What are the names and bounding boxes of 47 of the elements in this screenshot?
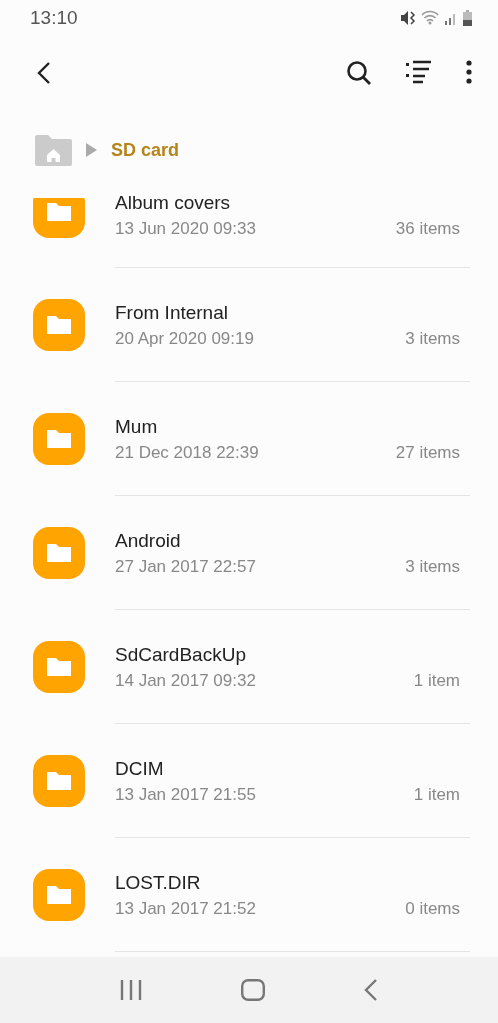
folder-row[interactable]: DCIM 13 Jan 2017 21:55 1 item: [0, 724, 470, 838]
recent-apps-icon: [119, 980, 142, 1000]
folder-date: 14 Jan 2017 09:32: [115, 670, 256, 691]
folder-date: 13 Jan 2017 21:52: [115, 898, 256, 919]
folder-name: Mum: [115, 415, 159, 438]
wifi-icon: [421, 10, 439, 25]
list-icon: [406, 59, 432, 84]
folder-name: SdCardBackUp: [115, 643, 247, 666]
item-count: 3 items: [405, 328, 460, 349]
folder-row[interactable]: Mum 21 Dec 2018 22:39 27 items: [0, 382, 470, 496]
more-icon: [466, 59, 472, 84]
item-count: 1 item: [413, 784, 460, 805]
home-folder-icon: [35, 134, 72, 166]
folder-name: DCIM: [115, 757, 165, 780]
folder-icon: [33, 755, 85, 807]
folder-icon: [33, 198, 85, 238]
folder-name: Album covers: [115, 192, 232, 214]
folder-icon: [33, 299, 85, 351]
folder-row[interactable]: SdCardBackUp 14 Jan 2017 09:32 1 item: [0, 610, 470, 724]
folder-date: 20 Apr 2020 09:19: [115, 328, 254, 349]
folder-name: Android: [115, 529, 182, 552]
folder-row[interactable]: Android 27 Jan 2017 22:57 3 items: [0, 496, 470, 610]
folder-date: 13 Jan 2017 21:55: [115, 784, 256, 805]
back-icon: [364, 979, 379, 1001]
item-count: 3 items: [405, 556, 460, 577]
folder-icon: [33, 641, 85, 693]
path-arrow-icon: [86, 143, 97, 157]
folder-row[interactable]: Album covers 13 Jun 2020 09:33 36 items: [0, 190, 470, 268]
folder-date: 27 Jan 2017 22:57: [115, 556, 256, 577]
folder-name: LOST.DIR: [115, 871, 202, 894]
folder-date: 13 Jun 2020 09:33: [115, 219, 256, 239]
folder-icon: [33, 527, 85, 579]
folder-icon: [33, 413, 85, 465]
folder-row[interactable]: LOST.DIR 13 Jan 2017 21:52 0 items: [0, 838, 470, 952]
folder-icon: [33, 869, 85, 921]
folder-date: 21 Dec 2018 22:39: [115, 442, 259, 463]
item-count: 0 items: [405, 898, 460, 919]
item-count: 1 item: [413, 670, 460, 691]
item-count: 36 items: [395, 219, 460, 239]
clock: 13:10: [30, 6, 78, 29]
folder-row[interactable]: From Internal 20 Apr 2020 09:19 3 items: [0, 268, 470, 382]
battery-icon: [463, 9, 472, 26]
home-icon: [241, 979, 265, 1001]
mute-icon: [400, 9, 416, 26]
search-icon: [346, 59, 372, 86]
folder-name: From Internal: [115, 301, 229, 324]
item-count: 27 items: [395, 442, 460, 463]
